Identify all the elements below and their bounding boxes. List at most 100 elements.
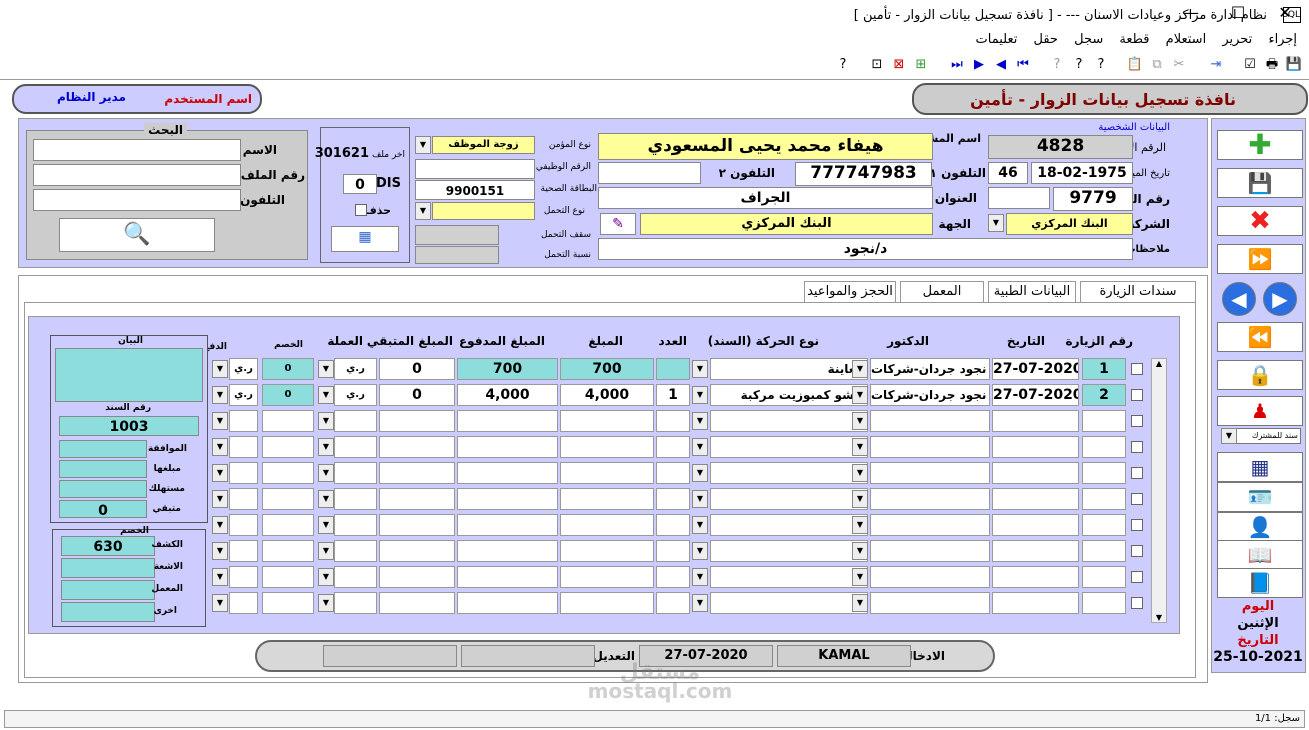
- cell-pay[interactable]: [229, 592, 258, 614]
- calendar-button[interactable]: ▦: [1217, 452, 1303, 482]
- cell-pay[interactable]: [229, 436, 258, 458]
- lab-discount-field[interactable]: [61, 580, 155, 600]
- cell-discount[interactable]: 0: [262, 384, 314, 406]
- cell-amount[interactable]: [560, 410, 654, 432]
- cell-dropdown[interactable]: ▼: [318, 360, 334, 378]
- cell-pay[interactable]: ر.ي: [229, 358, 258, 380]
- cell-remain[interactable]: [379, 488, 455, 510]
- menu-query[interactable]: استعلام: [1166, 32, 1207, 47]
- details-button[interactable]: ▦: [331, 226, 399, 252]
- cell-doctor[interactable]: [870, 410, 990, 432]
- cell-remain[interactable]: [379, 462, 455, 484]
- cell-amount[interactable]: [560, 462, 654, 484]
- copy-icon[interactable]: ⧉: [1148, 56, 1166, 74]
- query-cancel-icon[interactable]: ?: [1048, 56, 1066, 74]
- cell-count[interactable]: [656, 566, 690, 588]
- cell-dropdown[interactable]: ▼: [692, 412, 708, 430]
- cell-dropdown[interactable]: ▼: [852, 594, 868, 612]
- cell-amount[interactable]: [560, 592, 654, 614]
- job-number-field[interactable]: [415, 159, 535, 179]
- cell-dropdown[interactable]: ▼: [212, 386, 228, 404]
- cell-dropdown[interactable]: ▼: [852, 542, 868, 560]
- menu-help[interactable]: تعليمات: [976, 32, 1018, 47]
- cell-dropdown[interactable]: ▼: [692, 386, 708, 404]
- cell-doctor[interactable]: نجود جردان-شركات: [870, 384, 990, 406]
- search-name-input[interactable]: [33, 139, 241, 161]
- cell-dropdown[interactable]: ▼: [692, 542, 708, 560]
- cell-paid[interactable]: [457, 592, 558, 614]
- cell-currency[interactable]: [334, 436, 377, 458]
- cell-paid[interactable]: 700: [457, 358, 558, 380]
- cell-discount[interactable]: 0: [262, 358, 314, 380]
- cell-currency[interactable]: [334, 540, 377, 562]
- cell-pay[interactable]: ر.ي: [229, 384, 258, 406]
- cell-remain[interactable]: 0: [379, 384, 455, 406]
- cell-currency[interactable]: [334, 488, 377, 510]
- cell-dropdown[interactable]: ▼: [212, 516, 228, 534]
- tab-visit-receipts[interactable]: سندات الزيارة: [1080, 281, 1196, 303]
- dob-field[interactable]: 18-02-1975: [1031, 162, 1133, 184]
- cell-dropdown[interactable]: ▼: [318, 386, 334, 404]
- cell-date[interactable]: [992, 436, 1079, 458]
- cell-dropdown[interactable]: ▼: [692, 594, 708, 612]
- cell-currency[interactable]: [334, 566, 377, 588]
- menu-block[interactable]: قطعة: [1119, 32, 1149, 47]
- row-checkbox[interactable]: [1131, 441, 1143, 453]
- query-run-icon[interactable]: ?: [1070, 56, 1088, 74]
- cell-currency[interactable]: [334, 462, 377, 484]
- cut-icon[interactable]: ✂: [1170, 56, 1188, 74]
- cell-dropdown[interactable]: ▼: [212, 464, 228, 482]
- cell-no[interactable]: [1082, 566, 1126, 588]
- cell-date[interactable]: 27-07-2020: [992, 358, 1079, 380]
- cell-dropdown[interactable]: ▼: [852, 438, 868, 456]
- address-field[interactable]: الجراف: [598, 187, 933, 209]
- add-button[interactable]: ✚: [1217, 130, 1303, 160]
- row-checkbox[interactable]: [1131, 389, 1143, 401]
- paste-icon[interactable]: 📋: [1126, 56, 1144, 74]
- ceiling-field[interactable]: [415, 225, 499, 245]
- cell-type[interactable]: [710, 436, 868, 458]
- cell-remain[interactable]: [379, 410, 455, 432]
- cell-dropdown[interactable]: ▼: [318, 412, 334, 430]
- cell-currency[interactable]: ر.ي: [334, 358, 377, 380]
- cell-dropdown[interactable]: ▼: [318, 464, 334, 482]
- statement-field[interactable]: [55, 348, 203, 402]
- cell-count[interactable]: [656, 514, 690, 536]
- cell-dropdown[interactable]: ▼: [852, 464, 868, 482]
- dept-lookup-button[interactable]: ✎: [600, 213, 636, 235]
- menu-action[interactable]: إجراء: [1268, 32, 1297, 47]
- lock-record-icon[interactable]: ⊡: [868, 56, 886, 74]
- cell-pay[interactable]: [229, 540, 258, 562]
- cell-amount[interactable]: [560, 540, 654, 562]
- cell-dropdown[interactable]: ▼: [212, 438, 228, 456]
- lock-button[interactable]: 🔒: [1217, 360, 1303, 390]
- help-icon[interactable]: ?: [834, 56, 852, 74]
- cell-type[interactable]: [710, 488, 868, 510]
- cell-paid[interactable]: [457, 462, 558, 484]
- cell-paid[interactable]: [457, 436, 558, 458]
- voucher-select-dropdown[interactable]: ▼: [1221, 428, 1237, 444]
- last-record-icon[interactable]: ⏭: [948, 56, 966, 74]
- exam-discount-field[interactable]: 630: [61, 536, 155, 556]
- cell-pay[interactable]: [229, 462, 258, 484]
- cell-doctor[interactable]: [870, 462, 990, 484]
- cell-dropdown[interactable]: ▼: [212, 412, 228, 430]
- xray-discount-field[interactable]: [61, 558, 155, 578]
- cell-dropdown[interactable]: ▼: [852, 360, 868, 378]
- cell-pay[interactable]: [229, 488, 258, 510]
- cell-amount[interactable]: [560, 514, 654, 536]
- cell-doctor[interactable]: [870, 592, 990, 614]
- save-button[interactable]: 💾: [1217, 168, 1303, 198]
- cell-amount[interactable]: 4,000: [560, 384, 654, 406]
- cell-paid[interactable]: [457, 566, 558, 588]
- cell-dropdown[interactable]: ▼: [212, 594, 228, 612]
- search-file-input[interactable]: [33, 164, 241, 186]
- prev-button[interactable]: ◀: [1222, 282, 1256, 316]
- cell-dropdown[interactable]: ▼: [852, 516, 868, 534]
- row-checkbox[interactable]: [1131, 493, 1143, 505]
- cell-type[interactable]: [710, 540, 868, 562]
- cell-pay[interactable]: [229, 566, 258, 588]
- cell-dropdown[interactable]: ▼: [212, 568, 228, 586]
- company-dropdown[interactable]: ▼: [988, 214, 1004, 232]
- approval-field[interactable]: [59, 440, 147, 458]
